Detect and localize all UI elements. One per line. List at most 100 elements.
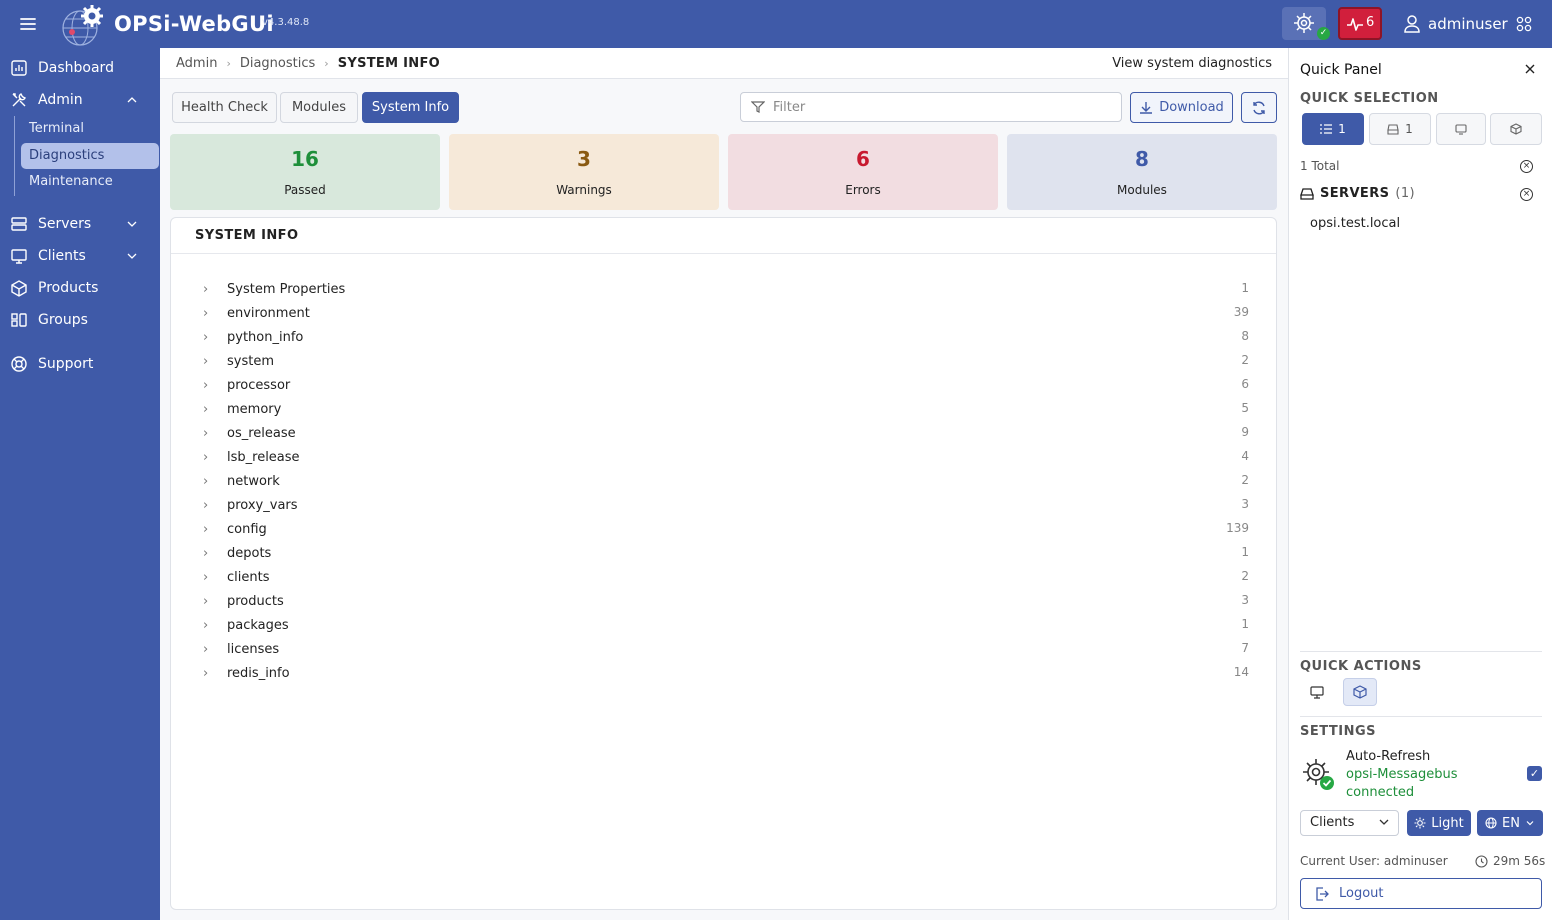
chevron-right-icon[interactable]: › — [203, 522, 227, 537]
tree-row[interactable]: › redis_info 14 — [203, 661, 1249, 685]
app-version: v4.3.48.8 — [262, 17, 310, 28]
tree-row-label: packages — [227, 617, 289, 633]
sidebar-item-groups[interactable]: Groups — [0, 306, 160, 334]
messagebus-status-button[interactable]: ✓ — [1282, 7, 1330, 40]
quick-action-clients-button[interactable] — [1300, 678, 1334, 706]
sidebar-item-products[interactable]: Products — [0, 274, 160, 302]
auto-refresh-checkbox[interactable]: ✓ — [1527, 766, 1542, 781]
tree-row[interactable]: › processor 6 — [203, 373, 1249, 397]
tree-row[interactable]: › python_info 8 — [203, 325, 1249, 349]
tab-system-info[interactable]: System Info — [362, 92, 459, 123]
sidebar-item-clients[interactable]: Clients — [0, 242, 160, 270]
tree-row[interactable]: › proxy_vars 3 — [203, 493, 1249, 517]
tree-row-label: os_release — [227, 425, 296, 441]
chevron-right-icon[interactable]: › — [203, 570, 227, 585]
server-icon — [11, 217, 27, 231]
chevron-right-icon[interactable]: › — [203, 330, 227, 345]
alerts-button[interactable]: 6 — [1338, 7, 1382, 40]
messagebus-icon — [1300, 756, 1336, 792]
selection-list-button[interactable]: 1 — [1302, 113, 1364, 145]
view-select[interactable]: Clients — [1300, 810, 1399, 836]
chevron-right-icon[interactable]: › — [203, 378, 227, 393]
chevron-right-icon[interactable]: › — [203, 546, 227, 561]
panel-title: SYSTEM INFO — [171, 218, 1276, 254]
chevron-right-icon[interactable]: › — [203, 498, 227, 513]
language-select[interactable]: EN — [1477, 810, 1543, 836]
tree-row-count: 2 — [1241, 473, 1249, 487]
chevron-right-icon[interactable]: › — [203, 426, 227, 441]
tree-row[interactable]: › licenses 7 — [203, 637, 1249, 661]
stat-value: 3 — [577, 147, 591, 171]
chevron-right-icon[interactable]: › — [203, 306, 227, 321]
tree-row-count: 14 — [1233, 665, 1249, 679]
server-entry[interactable]: opsi.test.local — [1310, 216, 1400, 231]
sidebar-item-diagnostics[interactable]: Diagnostics — [21, 143, 159, 169]
selection-clients-button[interactable] — [1436, 113, 1486, 145]
tree-row-count: 39 — [1233, 305, 1249, 319]
sidebar-item-servers[interactable]: Servers — [0, 210, 160, 238]
breadcrumb-diagnostics[interactable]: Diagnostics — [240, 56, 315, 71]
chevron-right-icon[interactable]: › — [203, 450, 227, 465]
tree-row[interactable]: › environment 39 — [203, 301, 1249, 325]
tree-row[interactable]: › network 2 — [203, 469, 1249, 493]
chevron-right-icon[interactable]: › — [203, 474, 227, 489]
settings-heading: SETTINGS — [1300, 724, 1377, 739]
refresh-button[interactable] — [1241, 92, 1277, 123]
tree-row[interactable]: › memory 5 — [203, 397, 1249, 421]
download-button[interactable]: Download — [1130, 92, 1233, 123]
session-timer: 29m 56s — [1475, 854, 1545, 868]
quick-action-products-button[interactable] — [1343, 678, 1377, 706]
download-icon — [1140, 101, 1153, 114]
tree-row[interactable]: › os_release 9 — [203, 421, 1249, 445]
tree-row[interactable]: › lsb_release 4 — [203, 445, 1249, 469]
view-select-value: Clients — [1310, 815, 1355, 830]
sidebar-item-terminal[interactable]: Terminal — [21, 116, 159, 142]
tree-row[interactable]: › products 3 — [203, 589, 1249, 613]
filter-input[interactable]: Filter — [740, 92, 1122, 122]
sidebar-item-dashboard[interactable]: Dashboard — [0, 54, 160, 82]
tree-row[interactable]: › clients 2 — [203, 565, 1249, 589]
breadcrumb-admin[interactable]: Admin — [176, 56, 217, 71]
sidebar-item-support[interactable]: Support — [0, 350, 160, 378]
tree-row[interactable]: › config 139 — [203, 517, 1249, 541]
chevron-right-icon[interactable]: › — [203, 402, 227, 417]
chevron-right-icon: › — [226, 56, 231, 70]
tree-row[interactable]: › packages 1 — [203, 613, 1249, 637]
tree-row-count: 9 — [1241, 425, 1249, 439]
logout-button[interactable]: Logout — [1300, 878, 1542, 909]
close-icon[interactable] — [1523, 62, 1537, 76]
current-user: Current User: adminuser — [1300, 854, 1448, 868]
chevron-right-icon[interactable]: › — [203, 666, 227, 681]
tree-row[interactable]: › system 2 — [203, 349, 1249, 373]
stat-warnings: 3 Warnings — [449, 134, 719, 210]
clear-selection-icon[interactable]: × — [1520, 160, 1533, 173]
theme-toggle-button[interactable]: Light — [1407, 810, 1471, 836]
monitor-icon — [1455, 123, 1467, 135]
selection-servers-button[interactable]: 1 — [1369, 113, 1431, 145]
chevron-right-icon[interactable]: › — [203, 642, 227, 657]
tree-row[interactable]: › depots 1 — [203, 541, 1249, 565]
sidebar-item-maintenance[interactable]: Maintenance — [21, 169, 159, 195]
chevron-right-icon[interactable]: › — [203, 594, 227, 609]
clock-icon — [1475, 854, 1488, 868]
selection-products-button[interactable] — [1490, 113, 1542, 145]
divider — [1300, 716, 1542, 717]
menu-icon[interactable] — [18, 14, 38, 34]
stat-value: 16 — [291, 147, 319, 171]
sidebar-item-admin[interactable]: Admin — [0, 86, 160, 114]
user-menu[interactable]: adminuser — [1404, 12, 1532, 36]
chevron-right-icon[interactable]: › — [203, 282, 227, 297]
main-content: Admin › Diagnostics › SYSTEM INFO View s… — [160, 48, 1288, 920]
tree-row-count: 6 — [1241, 377, 1249, 391]
divider — [1300, 651, 1542, 652]
clear-servers-icon[interactable]: × — [1520, 188, 1533, 201]
chevron-right-icon[interactable]: › — [203, 618, 227, 633]
tab-modules[interactable]: Modules — [280, 92, 358, 123]
language-label: EN — [1502, 815, 1520, 831]
chevron-right-icon[interactable]: › — [203, 354, 227, 369]
servers-label: SERVERS — [1320, 186, 1390, 201]
server-icon — [1387, 123, 1399, 135]
apps-icon[interactable] — [1516, 16, 1532, 32]
tree-row[interactable]: › System Properties 1 — [203, 277, 1249, 301]
tab-health-check[interactable]: Health Check — [172, 92, 277, 123]
